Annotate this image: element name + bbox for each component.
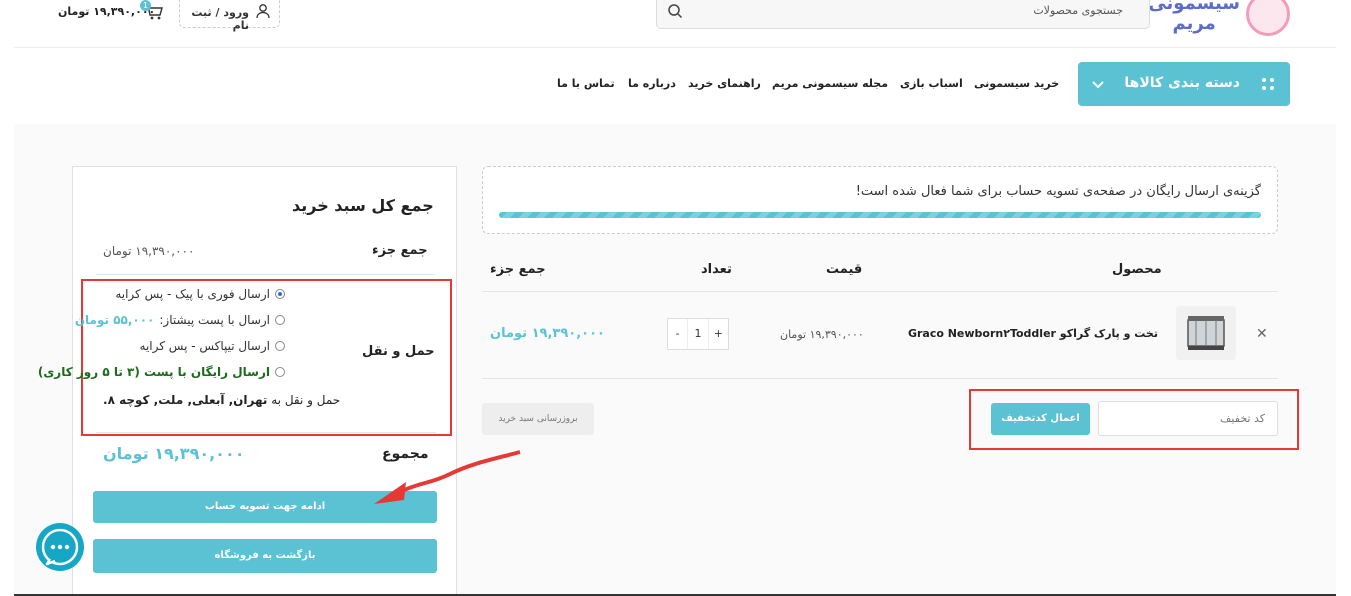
- subtotal-value: ۱۹,۳۹۰,۰۰۰ تومان: [103, 244, 195, 258]
- coupon-field[interactable]: [1099, 402, 1277, 435]
- radio-icon[interactable]: [275, 315, 285, 325]
- shipping-option-tipax[interactable]: ارسال تیپاکس - پس کرایه: [140, 339, 285, 353]
- nav-item-about[interactable]: درباره ما: [628, 77, 676, 90]
- logo-text: سیسمونی مریم: [1148, 0, 1240, 34]
- category-menu-button[interactable]: دسته بندی کالاها: [1078, 62, 1290, 106]
- total-value: ۱۹,۳۹۰,۰۰۰ تومان: [103, 444, 245, 463]
- update-cart-button[interactable]: بروزرسانی سبد خرید: [482, 403, 594, 435]
- shipping-address: حمل و نقل به تهران, آبعلی, ملت, کوچه ۸.: [103, 393, 340, 407]
- shipping-option-price: ۵۵,۰۰۰ تومان: [74, 313, 155, 327]
- quantity-stepper[interactable]: - 1 +: [667, 318, 729, 350]
- category-menu-label: دسته بندی کالاها: [1124, 75, 1240, 91]
- shipping-option-courier[interactable]: ارسال فوری با پیک - پس کرایه: [115, 287, 285, 301]
- chat-button[interactable]: [36, 523, 84, 571]
- cart-totals-title: جمع کل سبد خرید: [292, 196, 434, 215]
- search-bar[interactable]: جستجوی محصولات: [656, 0, 1150, 29]
- product-price: ۱۹,۳۹۰,۰۰۰ تومان: [780, 328, 864, 341]
- quantity-increase-button[interactable]: +: [709, 319, 728, 349]
- totals-divider: [96, 432, 436, 433]
- product-subtotal: ۱۹,۳۹۰,۰۰۰ تومان: [490, 326, 605, 341]
- shipping-label: حمل و نقل: [362, 344, 435, 359]
- product-thumbnail[interactable]: [1176, 306, 1236, 360]
- radio-icon[interactable]: [275, 367, 285, 377]
- table-divider: [482, 291, 1278, 292]
- quantity-value[interactable]: 1: [687, 319, 709, 349]
- header-quantity: تعداد: [701, 262, 732, 277]
- subtotal-label: جمع جزء: [372, 243, 428, 258]
- shipping-option-express-post[interactable]: ارسال با پست پیشتاز: ۵۵,۰۰۰ تومان: [75, 313, 285, 327]
- radio-selected-icon[interactable]: [275, 289, 285, 299]
- header-price: قیمت: [826, 262, 863, 277]
- search-placeholder: جستجوی محصولات: [1033, 4, 1123, 17]
- nav-item-contact[interactable]: تماس با ما: [557, 77, 615, 90]
- remove-item-icon[interactable]: ✕: [1256, 326, 1268, 342]
- notice-text: گزینه‌ی ارسال رایگان در صفحه‌ی تسویه حسا…: [855, 184, 1261, 199]
- table-divider: [482, 378, 1278, 379]
- nav-item-magazine[interactable]: مجله سیسمونی مریم: [772, 77, 888, 90]
- totals-divider: [96, 274, 436, 275]
- search-icon[interactable]: [667, 3, 683, 19]
- header-product: محصول: [1112, 262, 1162, 277]
- shipping-option-label: ارسال رایگان با پست (۳ تا ۵ روز کاری): [37, 365, 270, 379]
- login-label: ورود / ثبت نام: [191, 6, 249, 32]
- annotation-arrow-icon: [374, 450, 521, 504]
- cart-amount[interactable]: ۱۹,۳۹۰,۰۰۰ تومان: [58, 5, 155, 18]
- address-value: تهران, آبعلی, ملت, کوچه ۸.: [103, 393, 268, 407]
- shipping-option-label: ارسال فوری با پیک - پس کرایه: [115, 287, 270, 301]
- nav-item-buy-sismooni[interactable]: خرید سیسمونی: [974, 77, 1059, 90]
- logo-mark-icon: [1246, 0, 1290, 36]
- chat-bubble-icon: [41, 528, 79, 566]
- free-shipping-progress-bar: [499, 212, 1261, 218]
- apply-coupon-button[interactable]: اعمال کدتخفیف: [991, 403, 1090, 435]
- free-shipping-notice: گزینه‌ی ارسال رایگان در صفحه‌ی تسویه حسا…: [482, 166, 1278, 234]
- nav-item-toys[interactable]: اسباب بازی: [900, 77, 963, 90]
- chevron-down-icon: [1092, 81, 1104, 89]
- shipping-option-label: ارسال با پست پیشتاز:: [159, 313, 270, 327]
- address-prefix: حمل و نقل به: [271, 393, 341, 407]
- quantity-decrease-button[interactable]: -: [668, 319, 687, 349]
- header-subtotal: جمع جزء: [490, 262, 546, 277]
- shipping-option-free-post[interactable]: ارسال رایگان با پست (۳ تا ۵ روز کاری): [38, 365, 285, 379]
- coupon-input[interactable]: [1098, 401, 1278, 436]
- shipping-option-label: ارسال تیپاکس - پس کرایه: [139, 339, 270, 353]
- product-name[interactable]: تخت و پارک گراکو Graco Newborn۲Toddler: [908, 327, 1158, 340]
- grid-dots-icon: [1262, 78, 1274, 90]
- site-logo[interactable]: سیسمونی مریم: [1148, 0, 1290, 36]
- return-to-shop-button[interactable]: بازگشت به فروشگاه: [93, 539, 437, 573]
- login-button[interactable]: ورود / ثبت نام: [179, 0, 280, 32]
- nav-item-buying-guide[interactable]: راهنمای خرید: [688, 77, 761, 90]
- radio-icon[interactable]: [275, 341, 285, 351]
- header-divider: [14, 47, 1336, 48]
- user-icon: [256, 4, 270, 19]
